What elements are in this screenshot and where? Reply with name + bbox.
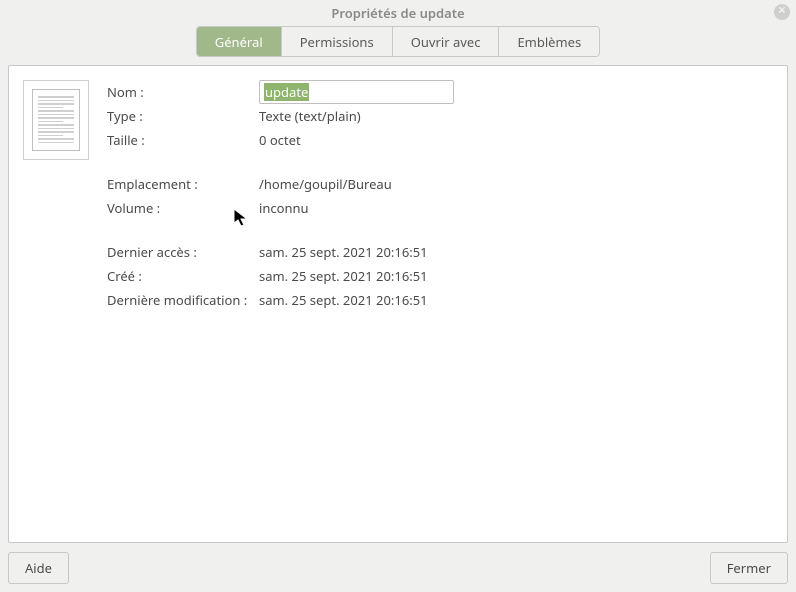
properties-panel: Nom : update Type : Texte (text/plain) T… (107, 80, 773, 528)
row-type: Type : Texte (text/plain) (107, 104, 773, 128)
content-frame: Nom : update Type : Texte (text/plain) T… (8, 65, 788, 543)
row-volume: Volume : inconnu (107, 196, 773, 220)
value-created: sam. 25 sept. 2021 20:16:51 (259, 267, 773, 285)
value-type: Texte (text/plain) (259, 107, 773, 125)
row-accessed: Dernier accès : sam. 25 sept. 2021 20:16… (107, 240, 773, 264)
tab-permissions[interactable]: Permissions (282, 27, 393, 56)
tab-general[interactable]: Général (197, 27, 282, 56)
name-input[interactable] (259, 80, 454, 104)
tabs: Général Permissions Ouvrir avec Emblèmes (196, 26, 600, 57)
row-name: Nom : update (107, 80, 773, 104)
tab-emblems[interactable]: Emblèmes (499, 27, 599, 56)
value-size: 0 octet (259, 131, 773, 149)
label-created: Créé : (107, 267, 259, 285)
label-size: Taille : (107, 131, 259, 149)
window-title: Propriétés de update (331, 4, 464, 22)
label-accessed: Dernier accès : (107, 243, 259, 261)
tab-open-with[interactable]: Ouvrir avec (393, 27, 500, 56)
titlebar: Propriétés de update (0, 0, 796, 26)
value-modified: sam. 25 sept. 2021 20:16:51 (259, 291, 773, 309)
file-icon[interactable] (23, 80, 89, 160)
label-name: Nom : (107, 83, 259, 101)
value-accessed: sam. 25 sept. 2021 20:16:51 (259, 243, 773, 261)
row-size: Taille : 0 octet (107, 128, 773, 152)
help-button[interactable]: Aide (8, 552, 69, 584)
label-volume: Volume : (107, 199, 259, 217)
close-icon[interactable] (774, 4, 790, 20)
actions-bar: Aide Fermer (8, 552, 788, 584)
row-location: Emplacement : /home/goupil/Bureau (107, 172, 773, 196)
label-location: Emplacement : (107, 175, 259, 193)
tabs-row: Général Permissions Ouvrir avec Emblèmes (0, 26, 796, 57)
text-file-icon (32, 89, 80, 151)
name-input-wrap: update (259, 80, 773, 104)
value-volume: inconnu (259, 199, 773, 217)
label-type: Type : (107, 107, 259, 125)
row-created: Créé : sam. 25 sept. 2021 20:16:51 (107, 264, 773, 288)
label-modified: Dernière modification : (107, 291, 259, 309)
value-location: /home/goupil/Bureau (259, 175, 773, 193)
close-button[interactable]: Fermer (710, 552, 788, 584)
row-modified: Dernière modification : sam. 25 sept. 20… (107, 288, 773, 312)
